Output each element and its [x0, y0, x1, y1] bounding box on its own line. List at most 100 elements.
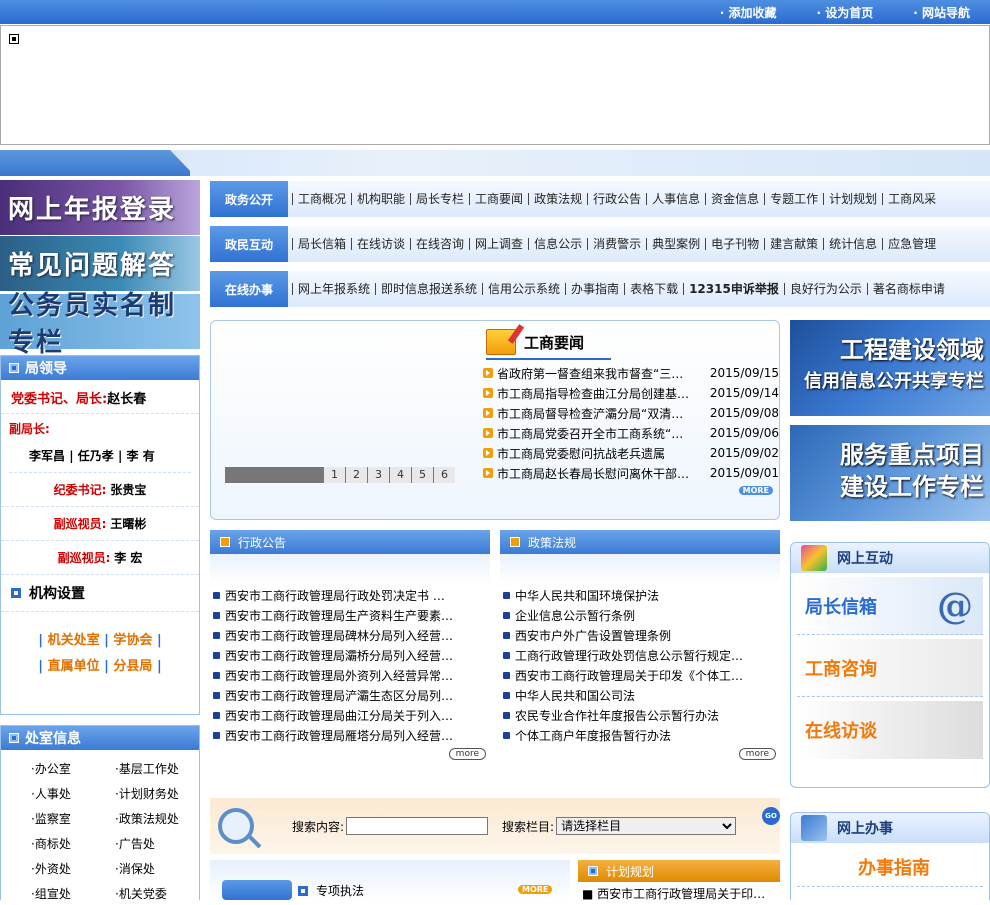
nav-link[interactable]: 局长信箱: [292, 238, 351, 250]
list-item[interactable]: 个体工商户年度报告暂行办法: [503, 725, 780, 745]
nav-link[interactable]: 人事信息: [646, 193, 705, 205]
page-button[interactable]: 2: [345, 467, 367, 483]
dept-item[interactable]: ·广告处: [115, 835, 199, 852]
nav-link[interactable]: 行政公告: [587, 193, 646, 205]
nav-link[interactable]: 消费警示: [587, 238, 646, 250]
list-item[interactable]: 西安市工商行政管理局曲江分局关于列入…: [213, 705, 490, 725]
list-item[interactable]: 中华人民共和国环境保护法: [503, 585, 780, 605]
nav-link[interactable]: 建言献策: [764, 238, 823, 250]
nav-link[interactable]: 信息公示: [528, 238, 587, 250]
dept-item[interactable]: ·监察室: [31, 810, 115, 827]
search-input[interactable]: [346, 817, 489, 835]
nav-link[interactable]: 统计信息: [823, 238, 882, 250]
add-favorite-link[interactable]: · 添加收藏: [720, 4, 777, 21]
dept-item[interactable]: ·计划财务处: [115, 785, 199, 802]
service-guide-link[interactable]: 办事指南: [797, 847, 983, 887]
nav-tab-gov-affairs[interactable]: 政务公开: [210, 181, 288, 217]
nav-link[interactable]: 局长专栏: [410, 193, 469, 205]
nav-link[interactable]: 信用公示系统: [482, 283, 565, 295]
page-button[interactable]: 6: [433, 467, 455, 483]
list-item[interactable]: 西安市工商行政管理局外资列入经营异常…: [213, 665, 490, 685]
news-item[interactable]: 市工商局赵长春局长慰问离休干部… 2015/09/01: [483, 463, 779, 483]
nav-tab-online-service[interactable]: 在线办事: [210, 271, 288, 307]
nav-link[interactable]: 办事指南: [565, 283, 624, 295]
nav-link[interactable]: 政策法规: [528, 193, 587, 205]
nav-link[interactable]: 即时信息报送系统: [375, 283, 482, 295]
nav-link[interactable]: 良好行为公示: [783, 283, 867, 295]
director-mailbox-link[interactable]: 局长信箱 @: [797, 577, 983, 635]
list-item[interactable]: 农民专业合作社年度报告公示暂行办法: [503, 705, 780, 725]
page-button[interactable]: 3: [367, 467, 389, 483]
dept-item[interactable]: ·人事处: [31, 785, 115, 802]
policy-more-button[interactable]: more: [738, 748, 776, 760]
list-item[interactable]: 企业信息公示暂行条例: [503, 605, 780, 625]
nav-link[interactable]: 在线访谈: [351, 238, 410, 250]
nav-link[interactable]: 资金信息: [705, 193, 764, 205]
party-secretary-name[interactable]: 赵长春: [107, 392, 146, 407]
deputy-name[interactable]: 李 有: [127, 449, 155, 463]
dept-item[interactable]: ·办公室: [31, 760, 115, 777]
org-link[interactable]: 分县局: [113, 659, 152, 674]
page-button[interactable]: 1: [323, 467, 345, 483]
dept-item[interactable]: ·机关党委: [115, 885, 199, 902]
nav-link[interactable]: 计划规划: [823, 193, 882, 205]
nav-link[interactable]: 典型案例: [646, 238, 705, 250]
list-item[interactable]: 西安市工商行政管理局雁塔分局列入经营…: [213, 725, 490, 745]
nav-link[interactable]: 工商风采: [882, 193, 941, 205]
dept-item[interactable]: ·组宣处: [31, 885, 115, 902]
civil-servant-realname-banner[interactable]: 公务员实名制专栏: [0, 291, 200, 358]
consult-link[interactable]: 工商咨询: [797, 639, 983, 697]
nav-link[interactable]: 在线咨询: [410, 238, 469, 250]
dept-item[interactable]: ·外资处: [31, 860, 115, 877]
list-item[interactable]: 工商行政管理行政处罚信息公示暂行规定…: [503, 645, 780, 665]
nav-link[interactable]: 机构职能: [351, 193, 410, 205]
deputy-name[interactable]: 任乃孝: [78, 449, 114, 463]
list-item[interactable]: 西安市工商行政管理局行政处罚决定书 …: [213, 585, 490, 605]
nav-link[interactable]: 应急管理: [882, 238, 941, 250]
set-homepage-link[interactable]: · 设为首页: [817, 4, 874, 21]
engineering-credit-banner[interactable]: 工程建设领域 信用信息公开共享专栏: [790, 320, 990, 416]
nav-tab-interaction[interactable]: 政民互动: [210, 226, 288, 262]
news-item[interactable]: 省政府第一督查组来我市督查“三… 2015/09/15: [483, 363, 779, 383]
plan-item[interactable]: ■ 西安市工商行政管理局关于印…: [578, 882, 780, 905]
dept-item[interactable]: ·消保处: [115, 860, 199, 877]
list-item[interactable]: 西安市工商行政管理局灞桥分局列入经营…: [213, 645, 490, 665]
site-nav-link[interactable]: · 网站导航: [913, 4, 970, 21]
list-item[interactable]: 中华人民共和国公司法: [503, 685, 780, 705]
nav-link[interactable]: 网上调查: [469, 238, 528, 250]
annual-report-login-banner[interactable]: 网上年报登录: [0, 180, 200, 235]
news-item[interactable]: 市工商局督导检查浐灞分局“双清… 2015/09/08: [483, 403, 779, 423]
inspector-name[interactable]: 王曙彬: [110, 517, 146, 531]
news-item[interactable]: 市工商局指导检查曲江分局创建基… 2015/09/14: [483, 383, 779, 403]
nav-link[interactable]: 网上年报系统: [292, 283, 375, 295]
org-link[interactable]: 直属单位: [48, 659, 100, 674]
discipline-name[interactable]: 张贵宝: [110, 483, 146, 497]
nav-link[interactable]: 表格下载: [624, 283, 683, 295]
search-column-select[interactable]: 请选择栏目: [556, 817, 737, 835]
inspector-name[interactable]: 李 宏: [114, 551, 142, 565]
announce-more-button[interactable]: more: [448, 748, 486, 760]
list-item[interactable]: 西安市工商行政管理局碑林分局列入经营…: [213, 625, 490, 645]
nav-link[interactable]: 12315申诉举报: [683, 283, 784, 295]
deputy-name[interactable]: 李军昌: [29, 449, 65, 463]
nav-link[interactable]: 工商概况: [292, 193, 351, 205]
page-button[interactable]: 4: [389, 467, 411, 483]
news-item[interactable]: 市工商局党委召开全市工商系统“… 2015/09/06: [483, 423, 779, 443]
list-item[interactable]: 西安市户外广告设置管理条例: [503, 625, 780, 645]
search-go-button[interactable]: GO: [762, 807, 780, 825]
faq-banner[interactable]: 常见问题解答: [0, 236, 200, 291]
online-interview-link[interactable]: 在线访谈: [797, 701, 983, 759]
nav-link[interactable]: 著名商标申请: [866, 283, 950, 295]
news-item[interactable]: 市工商局党委慰问抗战老兵遗属 2015/09/02: [483, 443, 779, 463]
nav-link[interactable]: 电子刊物: [705, 238, 764, 250]
nav-link[interactable]: 工商要闻: [469, 193, 528, 205]
org-link[interactable]: 机关处室: [48, 633, 100, 648]
key-project-banner[interactable]: 服务重点项目 建设工作专栏: [790, 425, 990, 521]
org-link[interactable]: 学协会: [113, 633, 152, 648]
list-item[interactable]: 西安市工商行政管理局关于印发《个体工…: [503, 665, 780, 685]
page-button[interactable]: 5: [411, 467, 433, 483]
dept-item[interactable]: ·商标处: [31, 835, 115, 852]
news-more-button[interactable]: MORE: [738, 486, 773, 495]
special-more-button[interactable]: MORE: [518, 885, 553, 894]
list-item[interactable]: 西安市工商行政管理局浐灞生态区分局列…: [213, 685, 490, 705]
